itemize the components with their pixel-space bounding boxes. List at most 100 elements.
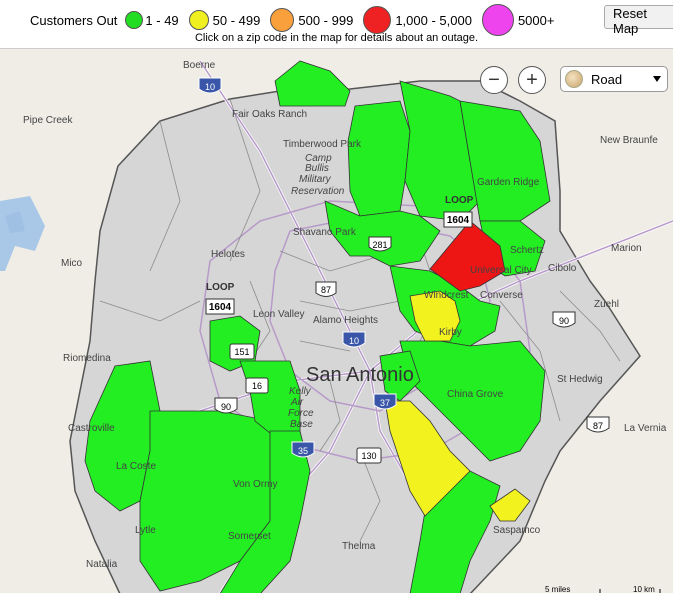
place-shavano-park: Shavano Park [293,227,357,238]
place-von-ormy: Von Ormy [233,479,277,490]
place-lytle: Lytle [135,525,156,536]
loop-shield-icon: 1604 [205,298,235,315]
place-mico: Mico [61,258,83,269]
red-dot-icon [363,6,392,34]
place-fair-oaks-ranch: Fair Oaks Ranch [232,109,307,120]
place-st-hedwig: St Hedwig [557,374,603,385]
place-saspamco: Saspamco [493,525,541,536]
chevron-down-icon [653,76,661,82]
legend-label: 1 - 49 [145,12,179,28]
place-riomedina: Riomedina [63,353,111,364]
place-camp-bullis-3: Military [299,174,332,185]
shield-87-right: 87 [593,421,603,431]
shield-281: 281 [372,240,387,250]
us-shield-icon: 281 [368,236,392,252]
place-natalia: Natalia [86,559,118,570]
legend-item-500-999: 500 - 999 [270,8,353,32]
place-la-coste: La Coste [116,461,156,472]
place-windcrest: Windcrest [424,290,469,301]
shield-130: 130 [361,451,376,461]
place-garden-ridge: Garden Ridge [477,177,540,188]
us-shield-icon: 87 [586,416,610,433]
legend-title: Customers Out [30,12,118,28]
place-camp-bullis-2: Bullis [305,163,329,174]
legend-label: 1,000 - 5,000 [395,12,472,28]
loop-shield-icon: 1604 [443,211,473,228]
state-shield-icon: 16 [245,377,269,394]
city-label-san-antonio: San Antonio [306,364,414,386]
orange-dot-icon [270,8,295,32]
place-marion: Marion [611,243,642,254]
scale-labels: 5 miles 10 km [545,585,665,593]
legend-item-50-499: 50 - 499 [188,10,261,30]
place-kelly-1: Kelly [289,386,312,397]
map-type-label: Road [591,71,623,87]
place-kirby: Kirby [439,327,462,338]
place-kelly-3: Force [288,408,314,419]
place-helotes: Helotes [211,249,245,260]
shield-1604-left: 1604 [209,302,232,313]
place-zuehl: Zuehl [594,299,619,310]
shield-90-left: 90 [221,402,231,412]
outage-map[interactable]: San Antonio Boerne Pipe Creek Fair Oaks … [0,48,673,593]
legend-item-1000-5000: 1,000 - 5,000 [363,6,472,34]
shield-87: 87 [321,285,331,295]
us-shield-icon: 90 [214,397,238,414]
interstate-shield-icon: 10 [198,77,222,94]
map-type-select[interactable]: Road [560,66,668,92]
place-universal-city: Universal City [470,265,532,276]
interstate-shield-icon: 37 [373,393,397,410]
interstate-shield-icon: 10 [342,331,366,348]
place-castroville: Castroville [68,423,115,434]
place-camp-bullis-4: Reservation [291,186,345,197]
place-schertz: Schertz [510,245,544,256]
us-shield-icon: 90 [552,311,576,328]
place-thelma: Thelma [342,541,376,552]
zip-zone-green[interactable] [347,100,411,217]
toolbar: Customers Out 1 - 49 50 - 499 500 - 999 … [0,0,673,48]
shield-1604-top: 1604 [447,215,470,226]
legend-label: 5000+ [517,12,555,28]
legend-label: 50 - 499 [212,12,261,28]
zoom-in-button[interactable]: + [518,66,546,94]
place-la-vernia: La Vernia [624,423,667,434]
place-new-braunfels: New Braunfe [600,135,658,146]
shield-i35: 35 [298,446,308,456]
place-pipe-creek: Pipe Creek [23,115,73,126]
place-somerset: Somerset [228,531,271,542]
legend-item-1-49: 1 - 49 [125,11,179,29]
place-loop-top: LOOP [445,195,474,206]
place-timberwood-park: Timberwood Park [283,139,362,150]
place-converse: Converse [480,290,523,301]
yellow-dot-icon [188,10,209,30]
reset-map-button[interactable]: Reset Map [604,5,673,36]
state-shield-icon: 151 [229,343,255,360]
place-boerne: Boerne [183,60,216,71]
scale-miles: 5 miles [545,585,571,593]
place-china-grove: China Grove [447,389,504,400]
map-instruction: Click on a zip code in the map for detai… [194,32,479,44]
place-kelly-2: Air [290,397,304,408]
shield-16: 16 [252,381,262,391]
state-shield-icon: 130 [356,447,382,464]
zoom-out-button[interactable]: − [480,66,508,94]
plus-icon: + [526,69,538,91]
map-canvas[interactable]: San Antonio Boerne Pipe Creek Fair Oaks … [0,49,673,593]
interstate-shield-icon: 35 [291,441,315,458]
scale-km: 10 km [633,585,655,593]
shield-i10-center: 10 [349,336,359,346]
place-cibolo: Cibolo [548,263,577,274]
place-kelly-4: Base [290,419,313,430]
legend-label: 500 - 999 [298,12,354,28]
globe-icon [565,70,583,88]
green-dot-icon [125,11,144,29]
shield-i37: 37 [380,398,390,408]
place-alamo-heights: Alamo Heights [313,315,378,326]
place-loop-left: LOOP [206,282,235,293]
shield-151: 151 [234,347,249,357]
us-shield-icon: 87 [315,281,337,297]
place-leon-valley: Leon Valley [253,309,305,320]
minus-icon: − [488,69,500,91]
shield-90-right: 90 [559,316,569,326]
shield-i10-north: 10 [205,82,215,92]
